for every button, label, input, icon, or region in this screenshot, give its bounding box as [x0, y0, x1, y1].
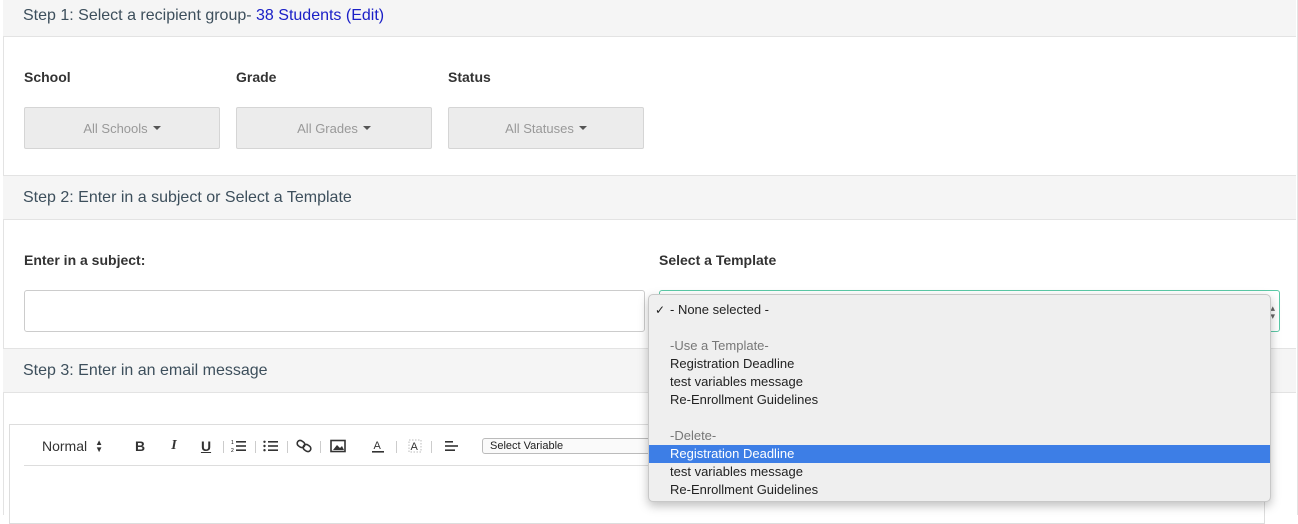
caret-down-icon [152, 126, 161, 130]
grade-filter-button[interactable]: All Grades [236, 107, 432, 149]
option-delete-test-variables-message[interactable]: test variables message [649, 463, 1270, 481]
updown-arrows-icon: ▲ ▼ [95, 438, 104, 454]
step2-title: Step 2: Enter in a subject or Select a T… [23, 189, 352, 206]
subject-input[interactable] [24, 290, 645, 332]
checkmark-icon: ✓ [655, 303, 666, 317]
toolbar-separator [320, 441, 321, 453]
toolbar-separator [287, 441, 288, 453]
format-select[interactable]: Normal ▲ ▼ [42, 433, 112, 459]
template-dropdown-menu: ✓ - None selected - -Use a Template- Reg… [648, 294, 1271, 502]
school-filter-value: All Schools [83, 120, 148, 136]
align-icon[interactable] [442, 433, 462, 459]
svg-text:2: 2 [231, 448, 234, 453]
text-color-icon[interactable]: A [368, 433, 388, 459]
recipient-count-link[interactable]: 38 Students [256, 7, 341, 24]
option-use-re-enrollment-guidelines[interactable]: Re-Enrollment Guidelines [649, 391, 1270, 409]
option-group-use-template: -Use a Template- [670, 338, 769, 353]
select-variable-value: Select Variable [490, 440, 564, 452]
edit-recipients-link[interactable]: (Edit) [346, 7, 384, 24]
bullet-list-icon[interactable] [261, 433, 281, 459]
option-none-selected[interactable]: ✓ - None selected - [649, 301, 1270, 319]
status-filter-value: All Statuses [505, 120, 574, 136]
bold-button[interactable]: B [130, 433, 150, 459]
school-label: School [24, 69, 71, 85]
format-select-value: Normal [42, 438, 88, 454]
select-arrows-icon: ▴ ▾ [1270, 303, 1275, 321]
step2-header: Step 2: Enter in a subject or Select a T… [3, 175, 1296, 220]
option-use-registration-deadline[interactable]: Registration Deadline [649, 355, 1270, 373]
image-icon[interactable] [328, 433, 348, 459]
caret-down-icon [578, 126, 587, 130]
caret-down-icon [362, 126, 371, 130]
link-icon[interactable] [294, 433, 314, 459]
step1-title: Step 1: Select a recipient group- [23, 7, 252, 24]
option-delete-re-enrollment-guidelines[interactable]: Re-Enrollment Guidelines [649, 481, 1270, 499]
school-filter-button[interactable]: All Schools [24, 107, 220, 149]
italic-button[interactable]: I [164, 433, 184, 459]
status-label: Status [448, 69, 491, 85]
svg-text:A: A [374, 440, 382, 452]
toolbar-separator [396, 441, 397, 453]
grade-label: Grade [236, 69, 277, 85]
svg-text:1: 1 [231, 440, 234, 446]
svg-text:A: A [411, 441, 419, 453]
option-use-test-variables-message[interactable]: test variables message [649, 373, 1270, 391]
grade-filter-value: All Grades [297, 120, 358, 136]
toolbar-separator [431, 441, 432, 453]
option-label: - None selected - [670, 302, 769, 317]
subject-label: Enter in a subject: [24, 252, 146, 268]
select-variable-dropdown[interactable]: Select Variable [482, 438, 662, 454]
option-delete-registration-deadline[interactable]: Registration Deadline [649, 445, 1270, 463]
toolbar-separator [223, 441, 224, 453]
option-group-delete: -Delete- [670, 428, 717, 443]
status-filter-button[interactable]: All Statuses [448, 107, 644, 149]
background-color-icon[interactable]: A [405, 433, 425, 459]
step3-title: Step 3: Enter in an email message [23, 362, 268, 379]
toolbar-separator [255, 441, 256, 453]
ordered-list-icon[interactable]: 12 [229, 433, 249, 459]
step1-header: Step 1: Select a recipient group- 38 Stu… [3, 0, 1296, 37]
template-label: Select a Template [659, 252, 777, 268]
underline-button[interactable]: U [196, 433, 216, 459]
